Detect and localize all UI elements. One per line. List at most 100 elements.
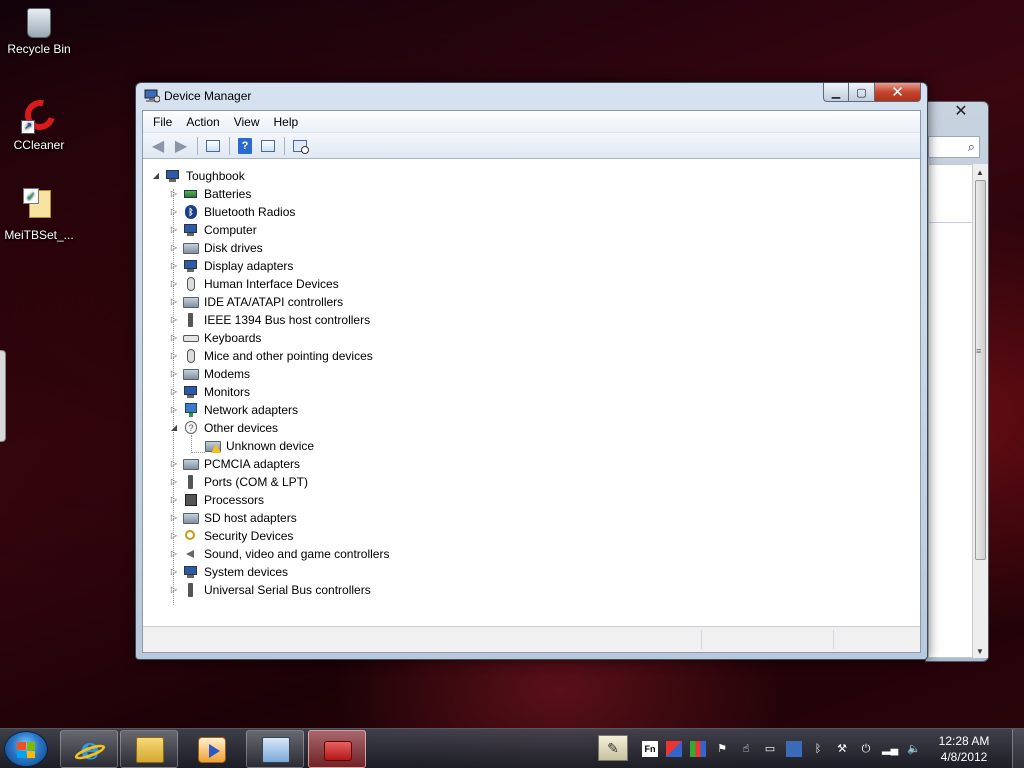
desktop-icon-ccleaner[interactable]: ↗ CCleaner (1, 94, 77, 152)
expand-arrow-icon[interactable]: ▷ (169, 351, 179, 361)
back-button[interactable]: ◀ (147, 135, 169, 157)
expand-arrow-icon[interactable]: ▷ (169, 585, 179, 595)
show-hide-console-tree-button[interactable] (202, 135, 224, 157)
tree-item-pcmcia-adapters[interactable]: ▷ PCMCIA adapters (169, 455, 300, 473)
tree-node-label: Ports (COM & LPT) (204, 475, 309, 489)
tree-item-display-adapters[interactable]: ▷ Display adapters (169, 257, 293, 275)
taskbar-toolbox[interactable] (308, 730, 366, 768)
expand-arrow-icon[interactable]: ▷ (169, 333, 179, 343)
scroll-up-icon[interactable]: ▲ (976, 168, 984, 177)
device-manager-window[interactable]: Device Manager ▁ ▢ ✕ File Action View He… (135, 82, 928, 660)
background-window-search-input[interactable]: ⌕ (928, 136, 980, 158)
battery-tray-icon[interactable]: ▭ (762, 741, 778, 757)
tree-node-label: Sound, video and game controllers (204, 547, 390, 561)
tree-item-monitors[interactable]: ▷ Monitors (169, 383, 250, 401)
tree-item-system-devices[interactable]: ▷ System devices (169, 563, 288, 581)
tree-item-ports[interactable]: ▷ Ports (COM & LPT) (169, 473, 308, 491)
start-button[interactable] (4, 731, 48, 767)
tools-tray-icon[interactable]: ⚒ (834, 741, 850, 757)
expand-arrow-icon[interactable]: ▷ (169, 495, 179, 505)
tray-cursor-icon[interactable]: ☝ (738, 741, 754, 757)
taskbar-clock[interactable]: 12:28 AM 4/8/2012 (930, 733, 998, 765)
sidebar-gadget-tab[interactable] (0, 350, 6, 442)
expand-arrow-icon[interactable]: ▷ (169, 243, 179, 253)
expand-arrow-icon[interactable]: ▷ (169, 531, 179, 541)
expand-arrow-icon[interactable]: ▷ (169, 207, 179, 217)
expand-arrow-icon[interactable]: ▷ (169, 567, 179, 577)
expand-arrow-icon[interactable]: ▷ (169, 387, 179, 397)
expand-arrow-icon[interactable]: ▷ (169, 189, 179, 199)
taskbar-internet-explorer[interactable]: e (60, 730, 118, 768)
menu-help[interactable]: Help (268, 113, 305, 131)
tree-item-security-devices[interactable]: ▷ Security Devices (169, 527, 293, 545)
fn-key-icon[interactable]: Fn (642, 741, 658, 757)
tree-root-toughbook[interactable]: ◢ Toughbook (151, 167, 245, 185)
expand-arrow-icon[interactable]: ▷ (169, 513, 179, 523)
tree-item-sound-controllers[interactable]: ▷ Sound, video and game controllers (169, 545, 390, 563)
collapse-arrow-icon[interactable]: ◢ (169, 423, 179, 433)
display-tray-icon[interactable] (786, 741, 802, 757)
volume-icon[interactable]: 🔈 (906, 741, 922, 757)
tree-item-modems[interactable]: ▷ Modems (169, 365, 250, 383)
expand-arrow-icon[interactable]: ▷ (169, 225, 179, 235)
forward-button[interactable]: ▶ (170, 135, 192, 157)
properties-button[interactable] (257, 135, 279, 157)
expand-arrow-icon[interactable]: ▷ (169, 369, 179, 379)
tree-node-label: Human Interface Devices (204, 277, 339, 291)
tree-item-unknown-device[interactable]: Unknown device (205, 437, 314, 455)
tree-item-bluetooth-radios[interactable]: ▷ ᛒ Bluetooth Radios (169, 203, 295, 221)
menu-action[interactable]: Action (180, 113, 225, 131)
tree-item-computer[interactable]: ▷ Computer (169, 221, 257, 239)
background-window[interactable]: ✕ ⌕ ▲ ≡ ▼ (925, 101, 989, 662)
close-button[interactable]: ✕ (875, 83, 921, 102)
expand-arrow-icon[interactable]: ▷ (169, 261, 179, 271)
scrollbar-thumb[interactable] (975, 180, 986, 560)
tree-item-disk-drives[interactable]: ▷ Disk drives (169, 239, 263, 257)
action-center-flag-icon[interactable]: ⚑ (714, 741, 730, 757)
tree-item-network-adapters[interactable]: ▷ Network adapters (169, 401, 298, 419)
pen-input-icon[interactable]: ✎ (598, 735, 628, 761)
tray-app-icon[interactable] (666, 741, 682, 757)
scan-hardware-button[interactable] (289, 135, 311, 157)
maximize-button[interactable]: ▢ (849, 83, 875, 102)
expand-arrow-icon[interactable]: ▷ (169, 459, 179, 469)
minimize-button[interactable]: ▁ (823, 83, 849, 102)
help-button[interactable]: ? (234, 135, 256, 157)
unknown-device-icon: ? (183, 421, 199, 435)
expand-arrow-icon[interactable]: ▷ (169, 279, 179, 289)
tree-item-keyboards[interactable]: ▷ Keyboards (169, 329, 261, 347)
menu-file[interactable]: File (147, 113, 178, 131)
expand-arrow-icon[interactable]: ▷ (169, 297, 179, 307)
network-signal-icon[interactable]: ▂▄ (882, 741, 898, 757)
tree-item-mice[interactable]: ▷ Mice and other pointing devices (169, 347, 373, 365)
tree-item-sd-host-adapters[interactable]: ▷ SD host adapters (169, 509, 297, 527)
taskbar-device-manager[interactable] (246, 730, 304, 768)
expand-arrow-icon[interactable]: ▷ (169, 549, 179, 559)
collapse-arrow-icon[interactable]: ◢ (151, 171, 161, 181)
taskbar-windows-explorer[interactable] (120, 730, 178, 768)
scroll-down-icon[interactable]: ▼ (976, 647, 984, 656)
expand-arrow-icon[interactable]: ▷ (169, 477, 179, 487)
tree-item-batteries[interactable]: ▷ Batteries (169, 185, 251, 203)
tray-app-icon[interactable] (690, 741, 706, 757)
desktop-icon-meitbset[interactable]: ✓ MeiTBSet_... (1, 188, 77, 242)
background-window-close-button[interactable]: ✕ (940, 103, 982, 121)
show-desktop-button[interactable] (1012, 729, 1024, 768)
bluetooth-tray-icon[interactable]: ᛒ (810, 741, 826, 757)
tree-item-processors[interactable]: ▷ Processors (169, 491, 264, 509)
sound-icon (183, 547, 199, 561)
tree-item-other-devices[interactable]: ◢ ? Other devices (169, 419, 278, 437)
device-tree[interactable]: ◢ Toughbook ▷ Batteries ▷ ᛒ Bluetooth Ra… (143, 161, 920, 626)
menu-view[interactable]: View (228, 113, 266, 131)
desktop-icon-recycle-bin[interactable]: Recycle Bin (1, 6, 77, 56)
tree-item-ide-controllers[interactable]: ▷ IDE ATA/ATAPI controllers (169, 293, 343, 311)
expand-arrow-icon[interactable]: ▷ (169, 405, 179, 415)
tree-item-human-interface-devices[interactable]: ▷ Human Interface Devices (169, 275, 339, 293)
background-window-scrollbar[interactable]: ▲ ≡ ▼ (972, 164, 988, 658)
expand-arrow-icon[interactable]: ▷ (169, 315, 179, 325)
tree-item-usb-controllers[interactable]: ▷ Universal Serial Bus controllers (169, 581, 371, 599)
taskbar-media-player[interactable] (182, 730, 240, 768)
tree-item-ieee1394-controllers[interactable]: ▷ IEEE 1394 Bus host controllers (169, 311, 370, 329)
power-plug-icon[interactable]: ⏻ (858, 741, 874, 757)
title-bar[interactable]: Device Manager ▁ ▢ ✕ (136, 83, 927, 109)
